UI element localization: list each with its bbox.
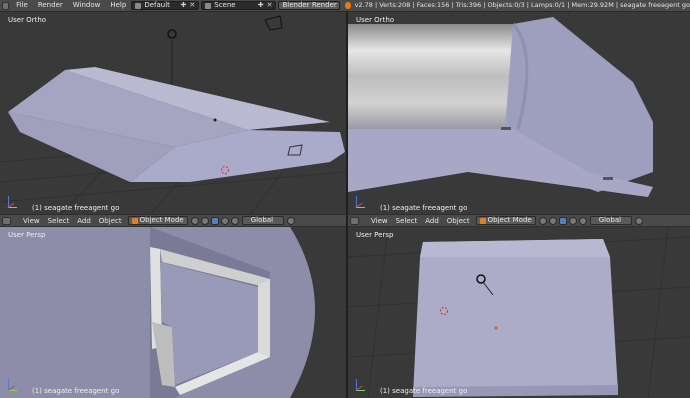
render-engine-label: Blender Render [282,1,337,9]
orientation-label: Global [598,216,622,224]
menu-view[interactable]: View [367,217,392,225]
object-origin [494,326,498,330]
screen-layout-label: Default [144,1,170,9]
axis-gizmo-icon [6,194,20,208]
orientation-select[interactable]: Global [589,216,633,225]
render-engine-select[interactable]: Blender Render [278,1,341,10]
scene-label: Scene [214,1,236,9]
viewport-bottom-right-scene [348,227,690,398]
add-layout-icon[interactable]: ✚ [181,2,187,9]
orientation-label: Global [250,216,274,224]
area-divider[interactable] [346,11,348,398]
menu-view[interactable]: View [19,217,44,225]
object-mode-icon [131,217,138,224]
mode-label: Object Mode [487,216,532,224]
screen-layout-field[interactable]: Default ✚ ✕ [131,1,200,10]
axis-gizmo-icon [354,194,368,208]
info-editor-icon[interactable] [2,1,10,10]
layer-icon[interactable] [635,216,644,225]
scene-icon [205,2,212,9]
viewport-header-left: View Select Add Object Object Mode Globa… [0,214,346,227]
drive-body-front [413,239,618,395]
viewport-title: User Persp [356,231,394,239]
menu-window[interactable]: Window [68,0,106,11]
viewport-bottom-left[interactable]: User Persp (1) seagate freeagent go [0,227,346,398]
close-scene-icon[interactable]: ✕ [267,2,273,9]
object-name-label: (1) seagate freeagent go [32,387,120,395]
drive-slot-left [501,127,511,130]
axis-gizmo-icon [6,377,20,391]
menu-render[interactable]: Render [33,0,68,11]
object-name-label: (1) seagate freeagent go [380,204,468,212]
pivot-point-icon[interactable] [200,216,209,225]
mode-label: Object Mode [139,216,184,224]
layout-icon [135,2,142,9]
scene-stats: v2.78 | Verts:208 | Faces:156 | Tris:396… [354,1,690,9]
object-origin [213,118,217,122]
object-name-label: (1) seagate freeagent go [32,204,120,212]
manipulator-toggle-icon[interactable] [210,216,219,225]
menu-help[interactable]: Help [105,0,131,11]
viewport-top-right[interactable]: User Ortho (1) seagate freeagent go [348,12,690,215]
object-name-label: (1) seagate freeagent go [380,387,468,395]
axis-gizmo-icon [354,377,368,391]
drive-cylinder-edge [348,24,523,129]
layer-icon[interactable] [287,216,296,225]
drive-slot-right [603,177,613,180]
recess-wall-right [258,279,270,357]
mode-select[interactable]: Object Mode [475,216,536,225]
drive-top-bevel [420,239,610,257]
manipulator-toggle-icon[interactable] [558,216,567,225]
add-scene-icon[interactable]: ✚ [258,2,264,9]
editor-type-icon[interactable] [350,216,359,225]
rotate-icon[interactable] [578,216,587,225]
close-layout-icon[interactable]: ✕ [189,2,195,9]
editor-type-icon[interactable] [2,216,11,225]
translate-icon[interactable] [568,216,577,225]
orientation-select[interactable]: Global [241,216,285,225]
menu-add[interactable]: Add [421,217,443,225]
menu-select[interactable]: Select [392,217,422,225]
viewport-shading-icon[interactable] [190,216,199,225]
menu-object[interactable]: Object [443,217,474,225]
top-menu-bar: File Render Window Help Default ✚ ✕ Scen… [0,0,690,12]
viewport-top-right-scene [348,17,653,197]
mode-select[interactable]: Object Mode [127,216,188,225]
viewport-bottom-right[interactable]: User Persp (1) seagate freeagent go [348,227,690,398]
camera-icon[interactable] [264,15,283,31]
blender-logo-icon [345,2,351,9]
viewport-title: User Ortho [8,16,47,24]
menu-add[interactable]: Add [73,217,95,225]
viewport-title: User Persp [8,231,46,239]
translate-icon[interactable] [220,216,229,225]
menu-file[interactable]: File [11,0,33,11]
menu-select[interactable]: Select [44,217,74,225]
viewport-shading-icon[interactable] [538,216,547,225]
viewport-title: User Ortho [356,16,395,24]
pivot-point-icon[interactable] [548,216,557,225]
viewport-header-right: View Select Add Object Object Mode Globa… [348,214,690,227]
lamp-icon[interactable] [167,29,177,39]
scene-field[interactable]: Scene ✚ ✕ [201,1,277,10]
rotate-icon[interactable] [230,216,239,225]
object-mode-icon [479,217,486,224]
viewport-top-left[interactable]: User Ortho (1) seagate freeagent go [0,12,346,215]
menu-object[interactable]: Object [95,217,126,225]
viewport-bottom-left-scene [0,227,346,398]
viewport-top-left-scene [0,15,346,215]
